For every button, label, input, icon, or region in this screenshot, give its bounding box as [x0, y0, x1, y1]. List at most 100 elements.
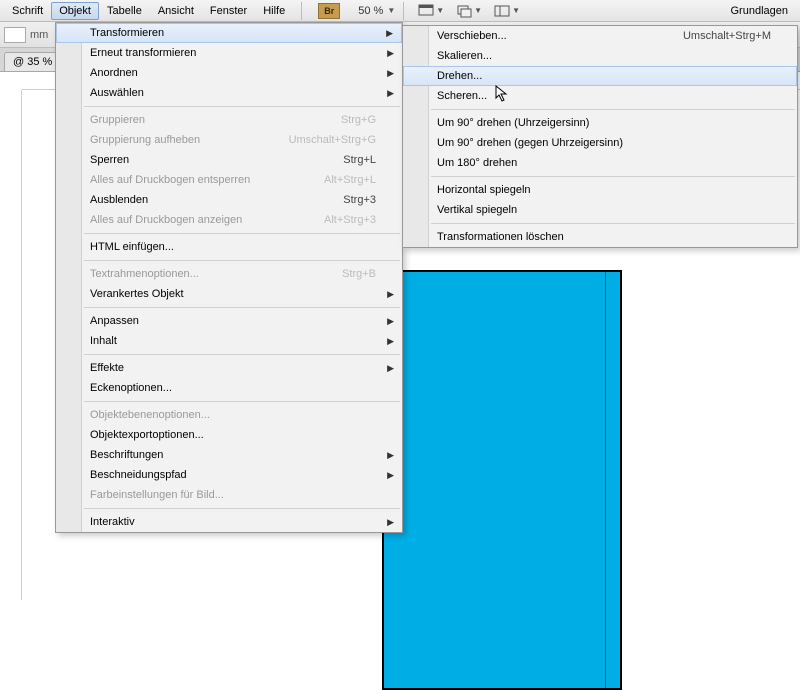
- view-options-icon[interactable]: ▼: [494, 4, 520, 18]
- submenu-arrow-icon: ▶: [386, 28, 393, 39]
- transform-submenu-item[interactable]: Transformationen löschen: [403, 227, 797, 247]
- menu-item-label: Vertikal spiegeln: [437, 204, 517, 216]
- object-menu-item[interactable]: Verankertes Objekt▶: [56, 284, 402, 304]
- object-menu-item[interactable]: Effekte ▶: [56, 358, 402, 378]
- object-menu-item[interactable]: Objektexportoptionen...: [56, 425, 402, 445]
- menu-objekt[interactable]: Objekt: [51, 2, 99, 20]
- transform-submenu-item[interactable]: Um 180° drehen: [403, 153, 797, 173]
- transform-submenu-dropdown: Verschieben... Umschalt+Strg+M Skalieren..…: [402, 25, 798, 248]
- menu-separator: [84, 260, 400, 261]
- object-menu-item: Gruppierung aufhebenUmschalt+Strg+G: [56, 130, 402, 150]
- y-field[interactable]: [4, 27, 26, 43]
- zoom-level[interactable]: 50 %: [358, 5, 383, 17]
- menu-schrift[interactable]: Schrift: [4, 2, 51, 20]
- menu-item-label: Drehen...: [437, 70, 482, 82]
- workspace-label[interactable]: Grundlagen: [723, 2, 797, 20]
- submenu-arrow-icon: ▶: [387, 517, 394, 528]
- object-menu-item: Alles auf Druckbogen anzeigen Alt+Strg+3: [56, 210, 402, 230]
- menu-ansicht[interactable]: Ansicht: [150, 2, 202, 20]
- menu-item-label: Transformieren: [90, 27, 164, 39]
- menu-item-label: Alles auf Druckbogen entsperren: [90, 174, 250, 186]
- menu-separator: [84, 508, 400, 509]
- menu-item-label: Verschieben...: [437, 30, 507, 42]
- unit-label: mm: [30, 29, 48, 41]
- menu-item-label: Um 180° drehen: [437, 157, 517, 169]
- arrange-windows-icon[interactable]: ▼: [456, 4, 482, 18]
- transform-submenu-item[interactable]: Skalieren...: [403, 46, 797, 66]
- menu-item-label: Objektexportoptionen...: [90, 429, 204, 441]
- menu-tabelle[interactable]: Tabelle: [99, 2, 150, 20]
- menubar: Schrift Objekt Tabelle Ansicht Fenster H…: [0, 0, 800, 22]
- menu-shortcut: Alt+Strg+L: [324, 174, 376, 186]
- menu-item-label: Ausblenden: [90, 194, 148, 206]
- menu-item-label: Um 90° drehen (Uhrzeigersinn): [437, 117, 589, 129]
- menu-fenster[interactable]: Fenster: [202, 2, 255, 20]
- object-menu-item[interactable]: Erneut transformieren▶: [56, 43, 402, 63]
- menu-item-label: Gruppierung aufheben: [90, 134, 200, 146]
- menu-item-label: Auswählen: [90, 87, 144, 99]
- screen-mode-icon[interactable]: ▼: [418, 4, 444, 18]
- object-menu-item[interactable]: HTML einfügen...: [56, 237, 402, 257]
- object-menu-item[interactable]: Beschneidungspfad ▶: [56, 465, 402, 485]
- menu-separator: [84, 307, 400, 308]
- menu-item-label: Beschneidungspfad: [90, 469, 187, 481]
- menu-item-label: Effekte: [90, 362, 124, 374]
- menu-separator: [84, 354, 400, 355]
- menu-item-label: Sperren: [90, 154, 129, 166]
- menu-separator: [431, 223, 795, 224]
- menu-item-label: Scheren...: [437, 90, 487, 102]
- menu-item-label: Objektebenenoptionen...: [90, 409, 210, 421]
- menu-item-label: Anpassen: [90, 315, 139, 327]
- menu-shortcut: Strg+G: [341, 114, 376, 126]
- menu-item-label: Beschriftungen: [90, 449, 163, 461]
- transform-submenu-item[interactable]: Vertikal spiegeln: [403, 200, 797, 220]
- object-menu-item[interactable]: Anordnen▶: [56, 63, 402, 83]
- object-menu-item[interactable]: Transformieren ▶: [56, 23, 402, 43]
- submenu-arrow-icon: ▶: [387, 450, 394, 461]
- zoom-caret-icon[interactable]: ▼: [387, 6, 395, 15]
- menu-item-label: Transformationen löschen: [437, 231, 564, 243]
- menu-separator: [431, 176, 795, 177]
- object-menu-item[interactable]: Auswählen ▶: [56, 83, 402, 103]
- object-menu-item: Alles auf Druckbogen entsperren Alt+Strg+…: [56, 170, 402, 190]
- vertical-ruler: [0, 90, 22, 600]
- menu-shortcut: Alt+Strg+3: [324, 214, 376, 226]
- menu-item-label: Anordnen: [90, 67, 138, 79]
- object-menu-item: Farbeinstellungen für Bild...: [56, 485, 402, 505]
- transform-submenu-item[interactable]: Horizontal spiegeln: [403, 180, 797, 200]
- document-tab[interactable]: @ 35 %: [4, 52, 61, 71]
- submenu-arrow-icon: ▶: [387, 88, 394, 99]
- menu-item-label: Alles auf Druckbogen anzeigen: [90, 214, 242, 226]
- transform-submenu-item[interactable]: Um 90° drehen (gegen Uhrzeigersinn): [403, 133, 797, 153]
- menu-shortcut: Strg+L: [343, 154, 376, 166]
- menu-hilfe[interactable]: Hilfe: [255, 2, 293, 20]
- transform-submenu-item[interactable]: Verschieben... Umschalt+Strg+M: [403, 26, 797, 46]
- submenu-arrow-icon: ▶: [387, 363, 394, 374]
- menu-item-label: Gruppieren: [90, 114, 145, 126]
- transform-submenu-item[interactable]: Scheren...: [403, 86, 797, 106]
- object-menu-item[interactable]: Inhalt▶: [56, 331, 402, 351]
- menu-item-label: Erneut transformieren: [90, 47, 196, 59]
- bridge-button[interactable]: Br: [318, 3, 340, 19]
- object-menu-item[interactable]: Anpassen ▶: [56, 311, 402, 331]
- submenu-arrow-icon: ▶: [387, 316, 394, 327]
- selected-object[interactable]: [382, 270, 622, 690]
- menu-item-label: Um 90° drehen (gegen Uhrzeigersinn): [437, 137, 623, 149]
- object-menu-item[interactable]: Ausblenden Strg+3: [56, 190, 402, 210]
- menu-item-label: Inhalt: [90, 335, 117, 347]
- menu-item-label: Horizontal spiegeln: [437, 184, 531, 196]
- object-menu-item[interactable]: Sperren Strg+L: [56, 150, 402, 170]
- submenu-arrow-icon: ▶: [387, 289, 394, 300]
- transform-submenu-item[interactable]: Um 90° drehen (Uhrzeigersinn): [403, 113, 797, 133]
- transform-submenu-item[interactable]: Drehen...: [403, 66, 797, 86]
- separator: [403, 2, 404, 20]
- object-menu-item[interactable]: Eckenoptionen...: [56, 378, 402, 398]
- object-menu-item[interactable]: Interaktiv▶: [56, 512, 402, 532]
- menu-separator: [84, 233, 400, 234]
- menu-separator: [84, 401, 400, 402]
- submenu-arrow-icon: ▶: [387, 470, 394, 481]
- menu-item-label: Farbeinstellungen für Bild...: [90, 489, 224, 501]
- object-menu-item[interactable]: Beschriftungen ▶: [56, 445, 402, 465]
- menu-shortcut: Strg+3: [343, 194, 376, 206]
- menu-shortcut: Umschalt+Strg+M: [683, 30, 771, 42]
